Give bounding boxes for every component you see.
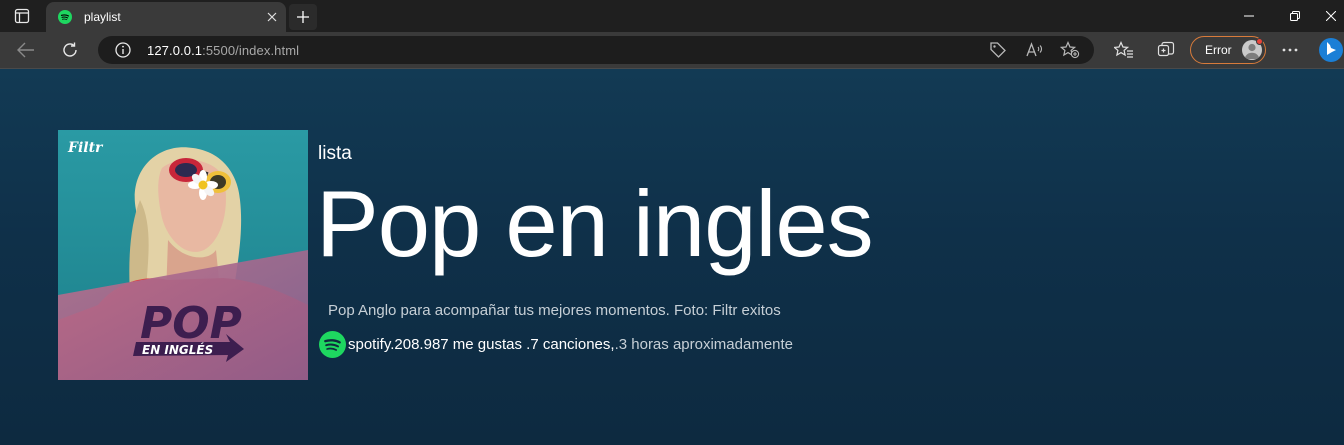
profile-button[interactable]: Error [1190, 36, 1266, 64]
playlist-cover[interactable]: Filtr POP EN INGLÉS [58, 130, 308, 380]
plus-icon [297, 11, 309, 23]
cover-brand: Filtr [67, 140, 104, 156]
tab-title: playlist [84, 10, 121, 24]
cover-title-line2: EN INGLÉS [142, 342, 213, 357]
add-favorite-icon [1060, 41, 1080, 59]
read-aloud-icon [1026, 42, 1043, 57]
refresh-button[interactable] [54, 35, 86, 65]
playlist-description: Pop Anglo para acompañar tus mejores mom… [328, 302, 781, 319]
url-path: :5500/index.html [202, 43, 300, 58]
cover-title-line1: POP [140, 298, 242, 349]
restore-button[interactable] [1272, 0, 1318, 32]
playlist-type-label: lista [318, 143, 352, 164]
read-aloud-button[interactable] [1024, 40, 1046, 60]
address-bar[interactable]: 127.0.0.1:5500/index.html [98, 36, 1094, 64]
url-host: 127.0.0.1 [147, 43, 203, 58]
back-button[interactable] [10, 35, 42, 65]
playlist-meta: spotify. 208.987 me gustas .7 canciones, … [319, 330, 793, 358]
settings-more-button[interactable] [1274, 35, 1306, 65]
profile-error-dot [1256, 38, 1263, 45]
url-text: 127.0.0.1:5500/index.html [147, 43, 299, 58]
tag-icon [990, 42, 1006, 58]
playlist-title: Pop en ingles [316, 171, 874, 276]
refresh-icon [63, 42, 77, 57]
back-icon [17, 42, 34, 58]
playlist-likes: 208.987 me gustas . [394, 335, 531, 353]
bing-copilot-button[interactable] [1318, 35, 1344, 65]
favorites-icon [1114, 41, 1133, 58]
bing-icon [1319, 38, 1343, 62]
add-favorite-button[interactable] [1059, 40, 1081, 60]
new-tab-button[interactable] [289, 4, 317, 30]
cover-artwork: Filtr POP EN INGLÉS [58, 130, 308, 380]
collections-button[interactable] [1150, 35, 1182, 65]
minimize-button[interactable] [1226, 0, 1272, 32]
spotify-icon[interactable] [319, 330, 346, 358]
shopping-button[interactable] [987, 40, 1009, 60]
title-bar: playlist [0, 0, 1344, 32]
playlist-duration: .3 horas aproximadamente [614, 335, 794, 353]
sidebar-icon [14, 8, 30, 24]
more-icon [1282, 48, 1298, 52]
info-icon [115, 42, 131, 58]
playlist-owner[interactable]: spotify. [348, 336, 394, 353]
favorites-button[interactable] [1108, 35, 1140, 65]
tab-close-button[interactable] [258, 3, 286, 31]
window-close-icon [1326, 11, 1336, 21]
page-content: Filtr POP EN INGLÉS lista Pop en ingles … [0, 69, 1344, 445]
minimize-icon [1244, 15, 1254, 17]
spotify-icon [58, 10, 72, 24]
restore-icon [1290, 11, 1300, 21]
close-icon [267, 12, 277, 22]
site-info-button[interactable] [112, 40, 134, 60]
browser-toolbar: 127.0.0.1:5500/index.html Error [0, 32, 1344, 69]
collections-icon [1157, 41, 1175, 57]
tab-actions-button[interactable] [6, 4, 38, 28]
window-close-button[interactable] [1318, 0, 1344, 32]
profile-label: Error [1205, 43, 1232, 57]
playlist-song-count: 7 canciones, [530, 335, 615, 353]
browser-tab[interactable]: playlist [46, 2, 286, 32]
